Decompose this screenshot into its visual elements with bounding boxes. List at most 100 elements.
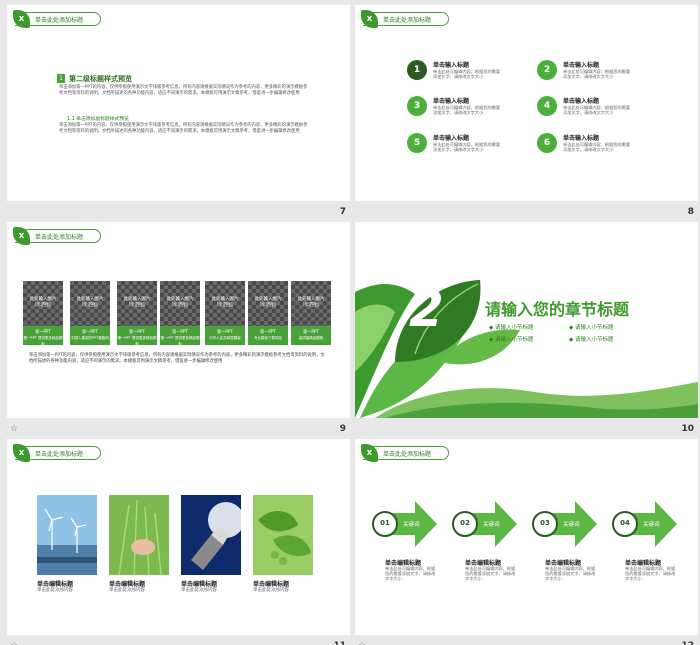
image-placeholder: 此处输入图片 （示范图） (291, 281, 331, 326)
slide-canvas: X 单击此处添加标题 1 单击输入标题 单击此处可编辑内容，根据您的需要添加文字… (355, 5, 698, 201)
leaf-background-graphic (355, 280, 698, 418)
list-item: 3 单击输入标题 单击此处可编辑内容，根据您的需要添加文字，请修改文字大小 (407, 96, 527, 120)
bullet-text: 请输入小节标题 (574, 325, 614, 331)
item-desc: 单击此处可编辑内容，根据您的需要添加文字，请修改文字大小 (563, 142, 631, 152)
slide-number: 8 (687, 207, 694, 217)
item-desc: 单击此处可编辑内容，根据您的需要添加文字，请修改文字大小 (465, 566, 516, 581)
header-title: 单击此处添加标题 (383, 17, 432, 24)
card-label: 第一PPT 中华人民共和国模板 (205, 326, 245, 345)
number-circle: 3 (407, 96, 427, 116)
image-card: 此处输入图片 （示范图） 第一PPT 高质量精品模板 (291, 281, 331, 345)
slide-canvas: X 单击此处添加标题 1 第二级标题样式预览 单击添加第一PPT的内容，仅供参照… (7, 5, 350, 201)
green-plant-image (253, 495, 313, 575)
item-desc: 单击此处可编辑内容，根据您的需要添加文字，请修改文字大小 (563, 105, 631, 115)
step-keyword: 关键词 (563, 522, 580, 528)
item-desc: 单击此处可编辑内容，根据您的需要添加文字，请修改文字大小 (625, 566, 676, 581)
section-title: 第二级标题样式预览 (69, 75, 132, 83)
card-label: 第一PPT 第一PPT 提供更多精品模板 (160, 326, 200, 346)
slide-number: 7 (339, 207, 346, 217)
card-label-sub: 第一PPT 提供更多精品模板 (160, 336, 200, 346)
item-title: 单击输入标题 (563, 135, 600, 142)
bullet-item: ◆ 请输入小节标题 (489, 325, 534, 331)
bullet-text: 请输入小节标题 (494, 325, 534, 331)
bullet-text: 请输入小节标题 (494, 337, 534, 343)
slide-header: X 单击此处添加标题 (13, 10, 101, 28)
slide-canvas: X 单击此处添加标题 此处输入图片 （示范图） 第一PPT 第一PPT 提供更多精… (7, 222, 350, 418)
card-label-sub: 专业模板下载网站 (254, 336, 282, 340)
placeholder-text: 此处输入图片 （示范图） (166, 297, 194, 308)
section-number-badge: 1 (57, 74, 65, 83)
item-desc: 单击此处可编辑内容，根据您的需要添加文字，请修改文字大小 (563, 69, 631, 79)
card-label-sub: 第一PPT 提供更多精品模板 (23, 336, 63, 346)
chapter-title: 请输入您的章节标题 (485, 300, 630, 319)
item-desc: 单击此处可编辑内容，根据您的需要添加文字，请修改文字大小 (433, 105, 501, 115)
slide-thumbnail-7[interactable]: X 单击此处添加标题 1 第二级标题样式预览 单击添加第一PPT的内容，仅供参照… (7, 5, 350, 217)
item-desc: 单击此处添加内容 (181, 588, 217, 593)
placeholder-text: 此处输入图片 （示范图） (297, 297, 325, 308)
favorite-star-icon[interactable]: ☆ (10, 641, 18, 645)
favorite-star-icon[interactable]: ☆ (358, 641, 366, 645)
step-number: 01 (380, 519, 390, 527)
item-title: 单击输入标题 (433, 135, 470, 142)
image-placeholder: 此处输入图片 （示范图） (205, 281, 245, 326)
list-item: 1 单击输入标题 单击此处可编辑内容，根据您的需要添加文字，请修改文字大小 (407, 60, 527, 84)
slide-number: 9 (339, 424, 346, 434)
leaf-logo-icon: X (13, 10, 30, 28)
subsection-title: 1.1 单击添加副标题样式预览 (67, 117, 129, 122)
bullet-item: ◆ 请输入小节标题 (569, 325, 614, 331)
body-paragraph: 单击添加第一PPT的内容，仅供参照使用演示文字排版参考信息，所有内容请根据实际情… (59, 123, 308, 134)
list-item: 2 单击输入标题 单击此处可编辑内容，根据您的需要添加文字，请修改文字大小 (537, 60, 657, 84)
placeholder-text: 此处输入图片 （示范图） (211, 297, 239, 308)
card-label-sub: 中华人民共和国模板 (209, 336, 241, 340)
card-label-sub: 第一PPT 提供更多精品模板 (117, 336, 157, 346)
item-desc: 单击此处可编辑内容，根据您的需要添加文字，请修改文字大小 (433, 69, 501, 79)
bullet-text: 请输入小节标题 (574, 337, 614, 343)
led-bulb-image (181, 495, 241, 575)
step-number: 03 (540, 519, 550, 527)
image-placeholder: 此处输入图片 （示范图） (117, 281, 157, 326)
item-title: 单击输入标题 (563, 98, 600, 105)
leaf-logo-icon: X (13, 227, 30, 245)
card-label-sub: 高质量精品模板 (298, 336, 324, 340)
slide-header: X 单击此处添加标题 (361, 444, 449, 462)
card-label: 第一PPT 第一PPT 提供更多精品模板 (117, 326, 157, 346)
item-desc: 单击此处添加内容 (253, 588, 289, 593)
placeholder-text: 此处输入图片 （示范图） (29, 297, 57, 308)
image-card: 此处输入图片 （示范图） 第一PPT 专业模板下载网站 (248, 281, 288, 345)
wheat-hand-image (109, 495, 169, 575)
list-item: 6 单击输入标题 单击此处可编辑内容，根据您的需要添加文字，请修改文字大小 (537, 133, 657, 157)
placeholder-text: 此处输入图片 （示范图） (254, 297, 282, 308)
image-card: 此处输入图片 （示范图） 第一PPT 第一PPT 提供更多精品模板 (117, 281, 157, 346)
list-item: 4 单击输入标题 单击此处可编辑内容，根据您的需要添加文字，请修改文字大小 (537, 96, 657, 120)
step-number: 02 (460, 519, 470, 527)
slide-header: X 单击此处添加标题 (13, 227, 101, 245)
number-circle: 2 (537, 60, 557, 80)
image-placeholder: 此处输入图片 （示范图） (70, 281, 110, 326)
favorite-star-icon[interactable]: ☆ (10, 424, 18, 434)
wind-turbine-image (37, 495, 97, 575)
slide-canvas: X 单击此处添加标题 单击编辑标题 单击此处添加内容 单击编辑标题 单击此处添加… (7, 439, 350, 635)
slide-number: 12 (681, 641, 694, 645)
slide-thumbnail-12[interactable]: X 单击此处添加标题 01 关键词 02 关键词 03 关键词 04 关键词 单… (355, 439, 698, 645)
slide-header: X 单击此处添加标题 (13, 444, 101, 462)
image-placeholder: 此处输入图片 （示范图） (160, 281, 200, 326)
card-label: 第一PPT 中国人喜欢的PPT模板网 (70, 326, 110, 345)
number-circle: 5 (407, 133, 427, 153)
placeholder-text: 此处输入图片 （示范图） (123, 297, 151, 308)
slide-number: 11 (333, 641, 346, 645)
image-placeholder: 此处输入图片 （示范图） (23, 281, 63, 326)
slide-header: X 单击此处添加标题 (361, 10, 449, 28)
bullet-item: ◆ 请输入小节标题 (489, 337, 534, 343)
card-label: 第一PPT 专业模板下载网站 (248, 326, 288, 345)
number-circle: 6 (537, 133, 557, 153)
item-desc: 单击此处可编辑内容，根据您的需要添加文字，请修改文字大小 (433, 142, 501, 152)
header-title: 单击此处添加标题 (35, 451, 84, 458)
slide-thumbnail-9[interactable]: X 单击此处添加标题 此处输入图片 （示范图） 第一PPT 第一PPT 提供更多精… (7, 222, 350, 434)
slide-thumbnail-11[interactable]: X 单击此处添加标题 单击编辑标题 单击此处添加内容 单击编辑标题 单击此处添加… (7, 439, 350, 645)
chapter-number: 2 (409, 280, 444, 338)
slide-canvas: 2 请输入您的章节标题 ◆ 请输入小节标题 ◆ 请输入小节标题 ◆ 请输入小节标… (355, 222, 698, 418)
slide-thumbnail-10[interactable]: 2 请输入您的章节标题 ◆ 请输入小节标题 ◆ 请输入小节标题 ◆ 请输入小节标… (355, 222, 698, 434)
item-desc: 单击此处添加内容 (37, 588, 73, 593)
image-card: 此处输入图片 （示范图） 第一PPT 第一PPT 提供更多精品模板 (160, 281, 200, 346)
slide-thumbnail-8[interactable]: X 单击此处添加标题 1 单击输入标题 单击此处可编辑内容，根据您的需要添加文字… (355, 5, 698, 217)
